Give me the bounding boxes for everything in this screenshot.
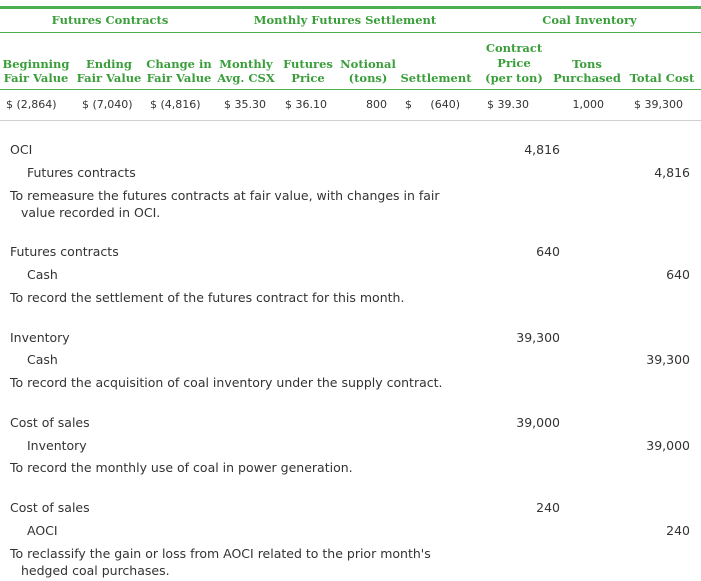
col-ending-fv: Ending Fair Value <box>76 57 142 85</box>
credit-amount: 240 <box>666 523 690 538</box>
credit-account: Cash <box>27 267 58 282</box>
debit-account: OCI <box>10 142 33 157</box>
col-beginning-fv: Beginning Fair Value <box>2 57 70 85</box>
cell-monthly-avg: $ 35.30 <box>224 98 266 111</box>
credit-account: AOCI <box>27 523 58 538</box>
col-tons-purchased: Tons Purchased <box>553 57 621 85</box>
group-header-coal-inventory: Coal Inventory <box>542 13 637 27</box>
cell-change-fv: $ (4,816) <box>150 98 201 111</box>
credit-amount: 640 <box>666 267 690 282</box>
col-monthly-avg: Monthly Avg. CSX <box>217 57 275 85</box>
entry-description: To record the acquisition of coal invent… <box>10 375 443 390</box>
col-contract-price: Contract Price (per ton) <box>485 41 543 85</box>
cell-notional: 800 <box>366 98 387 111</box>
credit-amount: 4,816 <box>654 165 690 180</box>
debit-amount: 39,000 <box>516 415 560 430</box>
debit-account: Futures contracts <box>10 244 119 259</box>
cell-total-cost: $ 39,300 <box>634 98 683 111</box>
entry-description: To remeasure the futures contracts at fa… <box>10 188 440 220</box>
column-header-rule <box>0 89 701 90</box>
cell-settlement-value: (640) <box>430 98 460 111</box>
table-bottom-rule <box>0 120 701 121</box>
credit-amount: 39,300 <box>646 352 690 367</box>
group-header-rule <box>0 32 701 33</box>
entry-description: To record the settlement of the futures … <box>10 290 405 305</box>
col-futures-price: Futures Price <box>283 57 333 85</box>
col-total-cost: Total Cost <box>629 71 695 85</box>
debit-amount: 240 <box>536 500 560 515</box>
debit-account: Inventory <box>10 330 70 345</box>
cell-beginning-fv: $ (2,864) <box>6 98 57 111</box>
cell-settlement-currency: $ <box>405 98 412 111</box>
col-notional: Notional (tons) <box>340 57 396 85</box>
group-header-futures-contracts: Futures Contracts <box>51 13 169 27</box>
group-header-monthly-settlement: Monthly Futures Settlement <box>253 13 437 27</box>
debit-amount: 39,300 <box>516 330 560 345</box>
col-change-fv: Change in Fair Value <box>146 57 212 85</box>
debit-account: Cost of sales <box>10 415 90 430</box>
cell-tons-purchased: 1,000 <box>572 98 605 111</box>
top-rule <box>0 6 701 9</box>
cell-contract-price: $ 39.30 <box>487 98 529 111</box>
credit-account: Inventory <box>27 438 87 453</box>
col-settlement: Settlement <box>400 71 472 85</box>
entry-description: To reclassify the gain or loss from AOCI… <box>10 546 431 578</box>
cell-futures-price: $ 36.10 <box>285 98 327 111</box>
entry-description: To record the monthly use of coal in pow… <box>10 460 353 475</box>
debit-amount: 640 <box>536 244 560 259</box>
cell-ending-fv: $ (7,040) <box>82 98 133 111</box>
debit-account: Cost of sales <box>10 500 90 515</box>
credit-amount: 39,000 <box>646 438 690 453</box>
debit-amount: 4,816 <box>524 142 560 157</box>
credit-account: Cash <box>27 352 58 367</box>
credit-account: Futures contracts <box>27 165 136 180</box>
